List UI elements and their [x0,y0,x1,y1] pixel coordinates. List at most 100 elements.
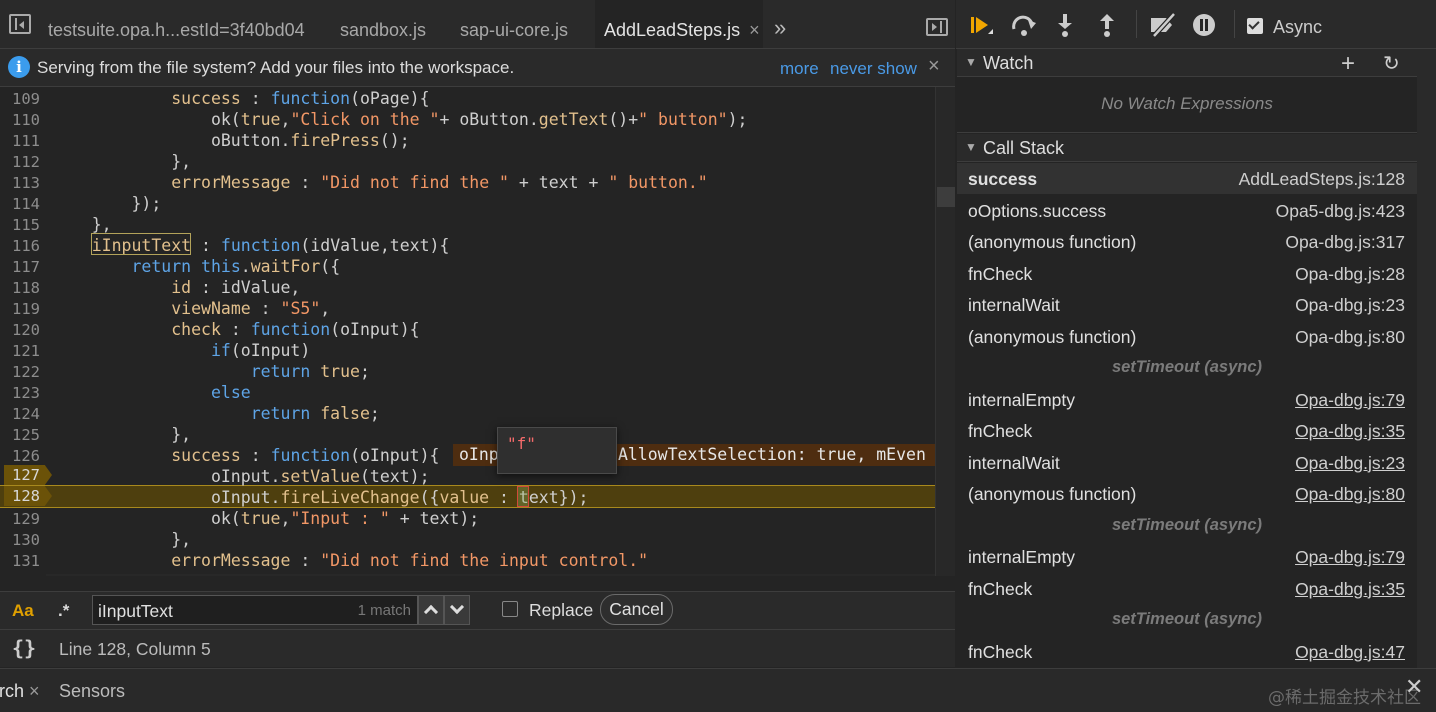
drawer-tab-sensors[interactable]: Sensors [59,681,125,702]
close-tab-icon[interactable]: × [749,20,760,40]
async-checkbox[interactable] [1247,18,1263,34]
frame-location-link[interactable]: Opa-dbg.js:79 [1295,547,1405,568]
line-number[interactable]: 124 [0,405,40,423]
async-separator: setTimeout (async) [1111,610,1263,628]
add-watch-icon[interactable]: + [1341,50,1355,78]
step-out-icon[interactable] [1094,12,1120,38]
line-number[interactable]: 119 [0,300,40,318]
close-infobar-icon[interactable]: × [928,55,940,78]
match-case-toggle[interactable]: Aa [12,601,34,621]
tab-addleadsteps[interactable]: AddLeadSteps.js × [595,0,763,48]
callstack-frame[interactable]: success AddLeadSteps.js:128 [957,163,1417,194]
more-link[interactable]: more [780,59,819,79]
code-editor[interactable]: 127 128 109 110 111 112 113 114 115 116 117 118 11… [0,87,955,576]
line-number[interactable]: 126 [0,447,40,465]
line-number[interactable]: 117 [0,258,40,276]
watch-title: Watch [983,53,1034,73]
line-number[interactable]: 129 [0,510,40,528]
frame-function-name: fnCheck [968,641,1033,662]
code-line: viewName : "S5", [171,299,331,318]
callstack-frame[interactable]: internalWait Opa-dbg.js:23 [957,447,1417,478]
callstack-frame[interactable]: (anonymous function) Opa-dbg.js:317 [957,226,1417,257]
resume-icon[interactable] [968,12,994,38]
frame-location-link[interactable]: AddLeadSteps.js:128 [1239,169,1405,190]
code-line: ok(true,"Input : " + text); [52,509,480,528]
callstack-frame[interactable]: internalEmpty Opa-dbg.js:79 [957,384,1417,415]
watch-section-header[interactable]: ▼ Watch + ↻ [957,49,1418,77]
more-tabs-icon[interactable]: » [774,0,786,48]
tab-sandbox[interactable]: sandbox.js [330,0,436,48]
previous-match-button[interactable] [418,595,444,625]
line-number[interactable]: 120 [0,321,40,339]
refresh-icon[interactable]: ↻ [1383,51,1400,75]
close-drawer-icon[interactable]: ✕ [1405,675,1423,700]
toggle-debugger-icon[interactable] [926,18,948,36]
toggle-navigator-icon[interactable] [9,14,31,34]
line-number[interactable]: 118 [0,279,40,297]
cancel-button[interactable]: Cancel [600,594,673,625]
tab-sap-ui-core[interactable]: sap-ui-core.js [450,0,578,48]
code-line: success : function(oPage){ [171,89,430,108]
breakpoint-marker[interactable]: 128 [4,486,52,506]
close-tab-icon[interactable]: × [29,681,40,701]
deactivate-breakpoints-icon[interactable] [1148,12,1176,38]
line-number[interactable]: 114 [0,195,40,213]
never-show-link[interactable]: never show [830,59,917,79]
frame-location-link[interactable]: Opa-dbg.js:23 [1295,295,1405,316]
line-number[interactable]: 130 [0,531,40,549]
callstack-frame[interactable]: oOptions.success Opa5-dbg.js:423 [957,195,1417,226]
cancel-button-label: Cancel [609,599,664,619]
pretty-print-icon[interactable]: {} [12,636,36,660]
line-number[interactable]: 110 [0,111,40,129]
next-match-button[interactable] [444,595,470,625]
line-number[interactable]: 125 [0,426,40,444]
drawer-tab-search[interactable]: rch × [0,681,40,702]
replace-checkbox[interactable] [502,601,518,617]
frame-location-link[interactable]: Opa-dbg.js:28 [1295,264,1405,285]
frame-location-link[interactable]: Opa-dbg.js:317 [1285,232,1405,253]
callstack-frame[interactable]: internalWait Opa-dbg.js:23 [957,289,1417,320]
frame-function-name: fnCheck [968,421,1033,441]
vertical-scroll-thumb[interactable] [937,187,955,207]
line-number[interactable]: 113 [0,174,40,192]
tab-testsuite[interactable]: testsuite.opa.h...estId=3f40bd04 [40,0,313,48]
frame-location-link[interactable]: Opa-dbg.js:79 [1295,390,1405,411]
frame-function-name: (anonymous function) [968,326,1137,347]
line-number[interactable]: 122 [0,363,40,381]
line-number[interactable]: 116 [0,237,40,255]
sidebar-scrollbar[interactable] [1417,49,1436,668]
breakpoint-marker[interactable]: 127 [4,465,52,485]
line-number[interactable]: 131 [0,552,40,570]
frame-location-link[interactable]: Opa-dbg.js:80 [1295,484,1405,505]
search-input[interactable]: iInputText 1 match [92,595,418,625]
line-number[interactable]: 112 [0,153,40,171]
line-number[interactable]: 121 [0,342,40,360]
callstack-frame[interactable]: fnCheck Opa-dbg.js:35 [957,573,1417,604]
line-number[interactable]: 115 [0,216,40,234]
callstack-frame[interactable]: (anonymous function) Opa-dbg.js:80 [957,478,1417,509]
callstack-frame[interactable]: (anonymous function) Opa-dbg.js:80 [957,321,1417,352]
frame-location-link[interactable]: Opa-dbg.js:47 [1295,642,1405,663]
callstack-frame[interactable]: fnCheck Opa-dbg.js:47 [957,636,1417,667]
frame-location-link[interactable]: Opa-dbg.js:80 [1295,327,1405,348]
frame-location-link[interactable]: Opa-dbg.js:23 [1295,453,1405,474]
callstack-section-header[interactable]: ▼ Call Stack [957,134,1418,162]
line-number[interactable]: 123 [0,384,40,402]
step-into-icon[interactable] [1052,12,1078,38]
frame-location-link[interactable]: Opa-dbg.js:35 [1295,421,1405,442]
vertical-scrollbar[interactable] [935,87,955,576]
frame-location-link[interactable]: Opa5-dbg.js:423 [1276,201,1405,222]
code-line: errorMessage : "Did not find the " + tex… [171,173,708,192]
callstack-frame[interactable]: fnCheck Opa-dbg.js:35 [957,415,1417,446]
replace-label: Replace [529,600,594,620]
line-number[interactable]: 109 [0,90,40,108]
match-count: 1 match [357,602,411,619]
line-number[interactable]: 132 [0,573,40,576]
regex-toggle[interactable]: .* [58,601,69,621]
line-number[interactable]: 111 [0,132,40,150]
pause-on-exceptions-icon[interactable] [1191,12,1217,38]
step-over-icon[interactable] [1010,12,1036,38]
callstack-frame[interactable]: internalEmpty Opa-dbg.js:79 [957,541,1417,572]
callstack-frame[interactable]: fnCheck Opa-dbg.js:28 [957,258,1417,289]
frame-location-link[interactable]: Opa-dbg.js:35 [1295,579,1405,600]
